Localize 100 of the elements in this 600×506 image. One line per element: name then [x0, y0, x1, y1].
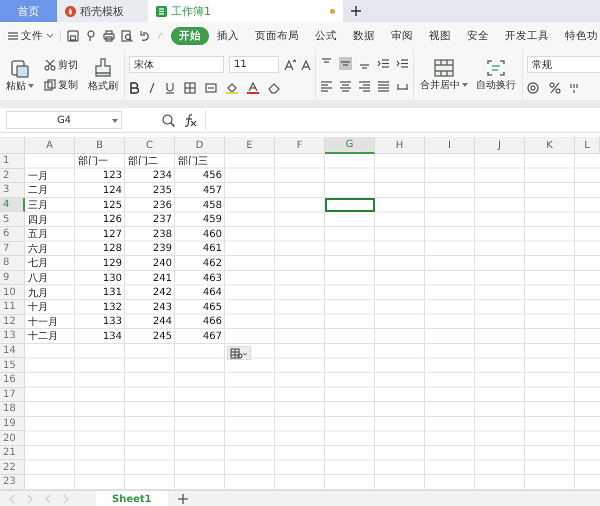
table-cell-text: 236: [152, 198, 173, 212]
add-sheet-icon[interactable]: [176, 492, 190, 506]
grow-font-icon[interactable]: [284, 58, 296, 71]
ribbon-tab[interactable]: 公式: [307, 27, 345, 45]
row-header[interactable]: 14: [0, 344, 25, 358]
table-cell-text: 238: [152, 228, 173, 242]
row-header[interactable]: 22: [0, 460, 25, 476]
row-header[interactable]: 11: [0, 300, 25, 315]
row-header[interactable]: 1: [0, 154, 25, 169]
row-header[interactable]: 23: [0, 475, 25, 490]
ribbon-tab[interactable]: 数据: [345, 27, 383, 45]
cut-button[interactable]: 剪切: [42, 58, 80, 72]
format-painter-button[interactable]: 格式刷: [86, 58, 120, 92]
ribbon-tab[interactable]: 审阅: [383, 27, 421, 45]
column-header[interactable]: C: [125, 137, 175, 154]
column-header[interactable]: J: [475, 137, 525, 154]
document-tab[interactable]: 稻壳模板: [57, 0, 148, 22]
table-cell-text: 二月: [27, 184, 49, 198]
table-cell-text: 五月: [27, 228, 49, 242]
ribbon-tab[interactable]: 视图: [421, 27, 459, 45]
font-color-icon[interactable]: [247, 82, 259, 94]
chevron-icon: [46, 33, 54, 39]
row-header[interactable]: 17: [0, 388, 25, 402]
table-cell-text: 237: [152, 213, 173, 227]
name-box[interactable]: G4: [6, 111, 122, 129]
column-header[interactable]: G: [325, 137, 375, 154]
ribbon-tab[interactable]: 页面布局: [247, 27, 307, 45]
column-header[interactable]: L: [575, 137, 600, 154]
row-header[interactable]: 13: [0, 329, 25, 344]
paste-button[interactable]: 粘贴: [4, 58, 36, 92]
row-header[interactable]: 6: [0, 226, 25, 242]
row-header[interactable]: 2: [0, 168, 25, 184]
table-cell-text: 241: [152, 272, 173, 286]
cell-cursor[interactable]: [325, 198, 375, 212]
document-tab[interactable]: 首页: [0, 0, 57, 22]
save-icon[interactable]: [67, 30, 79, 42]
sheet-tab[interactable]: Sheet1: [96, 490, 168, 506]
ribbon-tab[interactable]: 安全: [459, 27, 497, 45]
column-header[interactable]: K: [525, 137, 575, 154]
align-left-icon[interactable]: [320, 80, 333, 93]
ribbon-tab[interactable]: 插入: [209, 27, 247, 45]
wrap-text-button[interactable]: 自动换行: [474, 58, 518, 92]
row-header[interactable]: 21: [0, 446, 25, 460]
column-header[interactable]: H: [375, 137, 425, 154]
row-header[interactable]: 10: [0, 285, 25, 300]
underline-icon[interactable]: [165, 82, 175, 94]
align-right-icon[interactable]: [358, 80, 371, 93]
percent-icon[interactable]: [549, 82, 561, 94]
table-cell-text: 243: [152, 300, 173, 315]
row-header[interactable]: 18: [0, 402, 25, 417]
row-header[interactable]: 7: [0, 242, 25, 256]
caret-icon: [28, 84, 34, 88]
number-format-select[interactable]: 常规: [527, 56, 600, 74]
column-header[interactable]: B: [75, 137, 125, 154]
fill-color-icon[interactable]: [226, 82, 238, 94]
row-header[interactable]: 16: [0, 372, 25, 388]
italic-icon[interactable]: [148, 82, 156, 94]
eraser-icon[interactable]: [268, 82, 280, 94]
ribbon-tab[interactable]: 开始: [171, 27, 209, 45]
file-menu[interactable]: 文件: [4, 29, 60, 43]
copy-button[interactable]: 复制: [42, 78, 80, 92]
borders-icon[interactable]: [184, 82, 196, 94]
row-header[interactable]: 9: [0, 270, 25, 286]
align-middle-icon[interactable]: [339, 57, 352, 70]
font-select[interactable]: 宋体: [129, 56, 224, 74]
bold-icon[interactable]: [129, 82, 139, 94]
print-preview-icon[interactable]: [121, 30, 133, 42]
column-header[interactable]: A: [25, 137, 75, 154]
row-header[interactable]: 19: [0, 416, 25, 432]
font-size-select[interactable]: 11: [229, 56, 279, 74]
column-header[interactable]: E: [225, 137, 275, 154]
cell-style-icon[interactable]: [205, 82, 217, 94]
row-header[interactable]: 4: [0, 198, 25, 212]
justify-icon[interactable]: [377, 80, 390, 93]
ribbon-tab[interactable]: 开发工具: [497, 27, 557, 45]
function-icon[interactable]: [183, 113, 197, 127]
table-cell-text: 245: [152, 330, 173, 344]
merge-center-button[interactable]: 合并居中: [418, 58, 470, 92]
row-header[interactable]: 15: [0, 358, 25, 373]
column-header[interactable]: D: [175, 137, 225, 154]
row-header[interactable]: 12: [0, 314, 25, 330]
ribbon-tab[interactable]: 特色功: [557, 27, 600, 45]
document-tab[interactable]: 工作簿1: [148, 0, 343, 22]
row-header[interactable]: 3: [0, 183, 25, 198]
row-header[interactable]: 8: [0, 256, 25, 271]
paste-options-button[interactable]: [227, 346, 251, 360]
row-header[interactable]: 20: [0, 431, 25, 446]
shrink-font-icon[interactable]: [301, 58, 311, 71]
table-cell-text: 123: [102, 169, 123, 184]
indent-icon[interactable]: [377, 57, 390, 70]
indent-icon[interactable]: [396, 57, 409, 70]
zoom-icon[interactable]: [162, 114, 175, 126]
undo-icon[interactable]: [139, 30, 151, 42]
table-cell-text: 457: [202, 184, 223, 198]
row-header[interactable]: 5: [0, 212, 25, 227]
print-icon[interactable]: [103, 30, 115, 42]
column-header[interactable]: I: [425, 137, 475, 154]
align-center-icon[interactable]: [339, 80, 352, 93]
column-header[interactable]: F: [275, 137, 325, 154]
wrap-text-icon: [486, 58, 506, 76]
